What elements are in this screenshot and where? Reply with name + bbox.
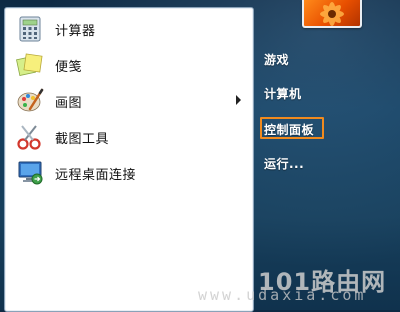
watermark: 101路由网 www.udaxia.com (198, 258, 398, 308)
menu-item-label: 画图 (55, 95, 83, 111)
menu-item-label: 远程桌面连接 (55, 167, 137, 183)
flower-icon (320, 2, 344, 26)
right-link-games[interactable]: 游戏 (264, 51, 289, 68)
watermark-url: www.udaxia.com (198, 286, 367, 304)
right-link-run[interactable]: 运行... (264, 155, 304, 172)
calculator-icon (15, 14, 45, 44)
snipping-tool-icon (15, 122, 45, 152)
paint-icon (15, 86, 45, 116)
menu-item-sticky-notes[interactable]: 便笺 (11, 48, 247, 82)
menu-item-label: 便笺 (55, 59, 83, 75)
right-link-computer[interactable]: 计算机 (264, 85, 302, 102)
user-avatar[interactable] (302, 0, 362, 28)
sticky-notes-icon (15, 50, 45, 80)
menu-item-remote-desktop[interactable]: 远程桌面连接 (11, 156, 247, 190)
remote-desktop-icon (15, 158, 45, 188)
control-panel-highlight-box (260, 117, 324, 139)
menu-item-paint[interactable]: 画图 (11, 84, 247, 118)
menu-item-snipping-tool[interactable]: 截图工具 (11, 120, 247, 154)
menu-item-label: 计算器 (55, 23, 96, 39)
menu-item-label: 截图工具 (55, 131, 110, 147)
menu-item-calculator[interactable]: 计算器 (11, 12, 247, 46)
submenu-arrow-icon[interactable] (236, 95, 241, 105)
